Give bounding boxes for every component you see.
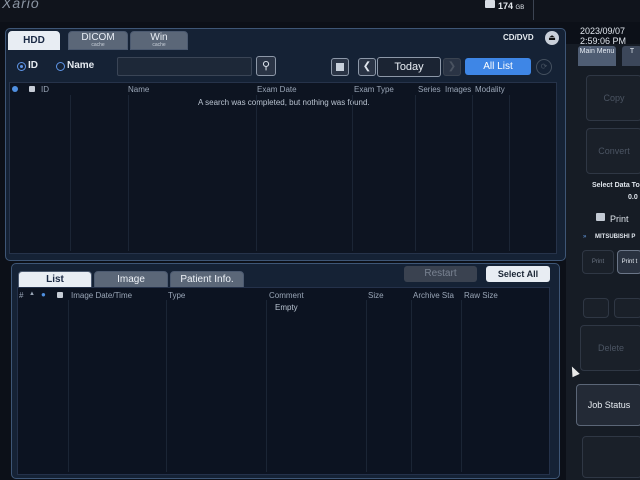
radio-name-label: Name — [67, 60, 95, 71]
search-input[interactable] — [117, 57, 252, 76]
study-table — [9, 82, 557, 254]
eject-icon[interactable]: ⏏ — [545, 31, 559, 45]
col-id[interactable]: ID — [41, 85, 49, 94]
copy-button[interactable]: Copy — [586, 75, 640, 121]
job-status-button[interactable]: Job Status — [576, 384, 640, 426]
disk-capacity: 174 GB — [498, 1, 524, 11]
col-divider — [509, 95, 510, 251]
tab-win[interactable]: Win cache — [130, 31, 188, 50]
image-table — [17, 287, 550, 475]
radio-id-label: ID — [28, 60, 38, 71]
tab-win-sub: cache — [152, 42, 166, 48]
print-label: Print — [610, 214, 629, 224]
date-text: 2023/09/07 — [580, 26, 626, 36]
col-divider — [352, 95, 353, 251]
col-series[interactable]: Series — [418, 85, 441, 94]
stop-button[interactable] — [331, 58, 349, 76]
col-exam-date[interactable]: Exam Date — [257, 85, 297, 94]
tab-dicom-sub: cache — [91, 42, 105, 48]
tab-dicom[interactable]: DICOM cache — [68, 31, 128, 50]
divider — [533, 0, 534, 20]
col-divider — [472, 95, 473, 251]
square-icon — [336, 63, 344, 71]
small-button-1[interactable] — [583, 298, 609, 318]
disk-value: 174 — [498, 1, 514, 11]
tab-main-menu[interactable]: Main Menu — [578, 46, 616, 66]
tab-hdd-label: HDD — [23, 35, 45, 46]
col-type[interactable]: Type — [168, 291, 185, 300]
col-divider — [68, 300, 69, 472]
col-images[interactable]: Images — [445, 85, 471, 94]
app-brand: Xario — [2, 0, 40, 11]
col-divider — [256, 95, 257, 251]
disk-unit: GB — [515, 5, 525, 11]
tab-hdd[interactable]: HDD — [8, 31, 60, 50]
col-name[interactable]: Name — [128, 85, 149, 94]
delete-button[interactable]: Delete — [580, 325, 640, 371]
col-divider — [70, 95, 71, 251]
cd-dvd-label: CD/DVD — [503, 33, 534, 42]
col-divider — [128, 95, 129, 251]
arrow-icon: » — [583, 234, 587, 240]
col-divider — [411, 300, 412, 472]
select-data-label: Select Data To — [592, 182, 640, 189]
convert-button[interactable]: Convert — [586, 128, 640, 174]
col-divider — [366, 300, 367, 472]
disabled-side-button[interactable] — [582, 436, 640, 478]
hdd-icon — [485, 0, 495, 8]
col-comment[interactable]: Comment — [269, 291, 304, 300]
lock-icon — [57, 292, 63, 298]
search-icon[interactable]: ⚲ — [256, 56, 276, 76]
status-dot-icon — [12, 86, 18, 92]
col-image-datetime[interactable]: Image Date/Time — [71, 291, 132, 300]
refresh-icon[interactable]: ⟳ — [536, 59, 552, 75]
col-size[interactable]: Size — [368, 291, 384, 300]
tab-t[interactable]: T — [622, 46, 640, 66]
today-button[interactable]: Today — [377, 57, 441, 77]
print-to-button[interactable]: Print t — [617, 250, 640, 274]
col-modality[interactable]: Modality — [475, 85, 505, 94]
datetime: 2023/09/07 2:59:06 PM — [580, 26, 626, 46]
small-button-2[interactable] — [614, 298, 640, 318]
print-icon — [596, 213, 605, 221]
next-day-button[interactable]: ❯ — [443, 58, 461, 76]
empty-result-message: A search was completed, but nothing was … — [198, 98, 370, 107]
radio-id[interactable] — [17, 62, 26, 71]
col-divider — [461, 300, 462, 472]
col-sort-icon[interactable]: ▲ — [29, 291, 35, 297]
select-all-button[interactable]: Select All — [486, 266, 550, 282]
time-text: 2:59:06 PM — [580, 36, 627, 46]
empty-message: Empty — [275, 303, 298, 312]
prev-day-button[interactable]: ❮ — [358, 58, 376, 76]
col-divider — [166, 300, 167, 472]
lock-icon — [29, 86, 35, 92]
select-data-value: 0.0 — [628, 194, 638, 201]
col-divider — [415, 95, 416, 251]
col-archive-status[interactable]: Archive Sta — [413, 291, 454, 300]
col-raw-size[interactable]: Raw Size — [464, 291, 498, 300]
printer-name: MITSUBISHI P — [595, 234, 636, 240]
print-small-button[interactable]: Print — [582, 250, 614, 274]
top-status-bar — [0, 0, 640, 22]
all-list-button[interactable]: All List — [465, 58, 531, 75]
col-number[interactable]: # — [19, 291, 23, 300]
col-status-icon[interactable]: ● — [41, 290, 46, 299]
col-exam-type[interactable]: Exam Type — [354, 85, 394, 94]
col-divider — [266, 300, 267, 472]
radio-name[interactable] — [56, 62, 65, 71]
restart-button[interactable]: Restart — [404, 266, 477, 282]
